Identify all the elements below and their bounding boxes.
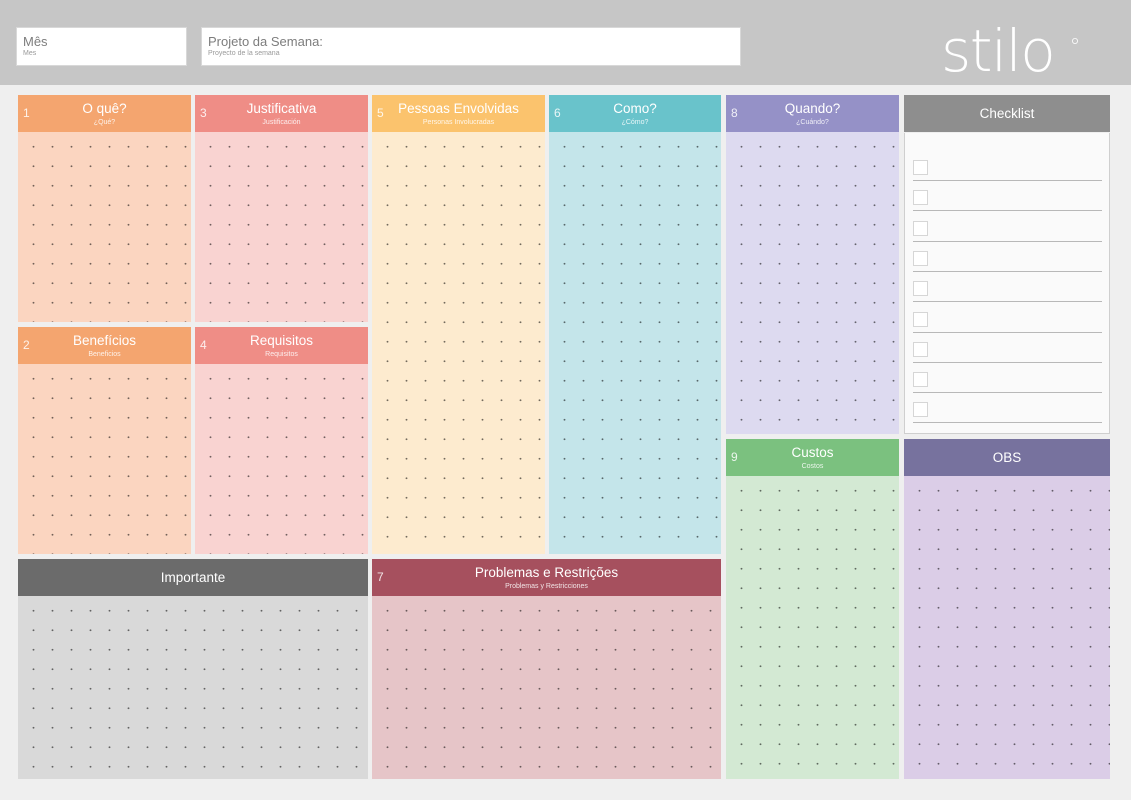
checklist-row: [913, 305, 1102, 335]
panel-importante-writing-area[interactable]: [18, 597, 368, 779]
panel-obs: OBS: [904, 439, 1110, 779]
panel-oque: 1 O quê? ¿Qué?: [18, 95, 191, 322]
panel-custos-writing-area[interactable]: [726, 477, 899, 779]
panel-oque-header: 1 O quê? ¿Qué?: [18, 95, 191, 132]
checklist-line[interactable]: [913, 331, 1102, 333]
panel-quando: 8 Quando? ¿Cuándo?: [726, 95, 899, 434]
checklist-line[interactable]: [913, 392, 1102, 394]
panel-obs-writing-area[interactable]: [904, 477, 1110, 779]
panel-beneficios: 2 Benefícios Beneficios: [18, 327, 191, 554]
panel-subtitle: Problemas y Restricciones: [505, 583, 588, 590]
panel-justificativa: 3 Justificativa Justificación: [195, 95, 368, 322]
panel-title: Requisitos: [249, 333, 314, 348]
panel-importante: Importante: [18, 559, 368, 779]
panel-checklist-header: Checklist: [904, 95, 1110, 132]
panel-title: OBS: [992, 450, 1022, 465]
checklist-row: [913, 274, 1102, 304]
panel-subtitle: Personas Involucradas: [422, 119, 495, 126]
checklist-row: [913, 244, 1102, 274]
panel-subtitle: ¿Qué?: [93, 119, 116, 126]
panel-como: 6 Como? ¿Cómo?: [549, 95, 721, 554]
panel-title: Checklist: [979, 106, 1035, 121]
panel-subtitle: Beneficios: [88, 351, 121, 358]
checklist-line[interactable]: [913, 270, 1102, 272]
panel-custos: 9 Custos Costos: [726, 439, 899, 779]
panel-beneficios-header: 2 Benefícios Beneficios: [18, 327, 191, 364]
panel-subtitle: Costos: [801, 463, 824, 470]
checklist-row: [913, 395, 1102, 425]
panel-requisitos-writing-area[interactable]: [195, 365, 368, 554]
panel-beneficios-writing-area[interactable]: [18, 365, 191, 554]
panel-obs-header: OBS: [904, 439, 1110, 476]
panel-problemas-writing-area[interactable]: [372, 597, 721, 779]
panel-requisitos-header: 4 Requisitos Requisitos: [195, 327, 368, 364]
panel-title: O quê?: [82, 101, 127, 116]
panel-title: Benefícios: [72, 333, 137, 348]
panel-checklist: Checklist: [904, 95, 1110, 434]
registered-mark-icon: [1071, 37, 1078, 44]
panel-oque-writing-area[interactable]: [18, 133, 191, 322]
checklist-row: [913, 335, 1102, 365]
panel-pessoas-writing-area[interactable]: [372, 133, 545, 554]
month-sublabel: Mes: [23, 50, 37, 57]
project-label: Projeto da Semana:: [208, 34, 323, 49]
checkbox[interactable]: [913, 220, 928, 236]
panel-subtitle: ¿Cómo?: [621, 119, 649, 126]
header-bar: Mês Mes Projeto da Semana: Proyecto de l…: [0, 0, 1131, 85]
panel-title: Importante: [160, 570, 226, 585]
checkbox[interactable]: [913, 281, 928, 297]
checklist-line[interactable]: [913, 422, 1102, 424]
stilo-logo: stilo: [941, 17, 1078, 78]
checklist-line[interactable]: [913, 210, 1102, 212]
panel-title: Custos: [791, 445, 834, 460]
panel-como-header: 6 Como? ¿Cómo?: [549, 95, 721, 132]
panel-subtitle: ¿Cuándo?: [796, 119, 829, 126]
project-sublabel: Proyecto de la semana: [208, 50, 280, 57]
panel-pessoas-header: 5 Pessoas Envolvidas Personas Involucrad…: [372, 95, 545, 132]
panel-subtitle: Requisitos: [265, 351, 298, 358]
logo-text: stilo: [941, 17, 1054, 78]
checkbox[interactable]: [913, 160, 928, 175]
panel-como-writing-area[interactable]: [549, 133, 721, 554]
panel-title: Pessoas Envolvidas: [398, 101, 519, 116]
panel-problemas: 7 Problemas e Restrições Problemas y Res…: [372, 559, 721, 779]
panel-quando-header: 8 Quando? ¿Cuándo?: [726, 95, 899, 132]
panel-quando-writing-area[interactable]: [726, 133, 899, 434]
panel-title: Como?: [613, 101, 657, 116]
panel-title: Justificativa: [246, 101, 317, 116]
checklist-items: [904, 133, 1110, 434]
checkbox[interactable]: [913, 250, 928, 266]
checklist-line[interactable]: [913, 240, 1102, 242]
checklist-line[interactable]: [913, 180, 1102, 181]
month-field[interactable]: Mês Mes: [16, 27, 187, 66]
panel-title: Problemas e Restrições: [474, 565, 619, 580]
project-field[interactable]: Projeto da Semana: Proyecto de la semana: [201, 27, 741, 66]
checklist-row: [913, 214, 1102, 244]
panel-problemas-header: 7 Problemas e Restrições Problemas y Res…: [372, 559, 721, 596]
month-label: Mês: [23, 34, 48, 49]
panel-subtitle: Justificación: [262, 119, 301, 126]
panel-justificativa-header: 3 Justificativa Justificación: [195, 95, 368, 132]
checklist-line[interactable]: [913, 301, 1102, 303]
panel-title: Quando?: [784, 101, 841, 116]
checklist-row: [913, 153, 1102, 183]
checklist-row: [913, 365, 1102, 395]
panel-custos-header: 9 Custos Costos: [726, 439, 899, 476]
checkbox[interactable]: [913, 341, 928, 357]
checkbox[interactable]: [913, 402, 928, 418]
planner-page: Mês Mes Projeto da Semana: Proyecto de l…: [0, 0, 1131, 800]
panel-justificativa-writing-area[interactable]: [195, 133, 368, 322]
panel-importante-header: Importante: [18, 559, 368, 596]
checklist-line[interactable]: [913, 361, 1102, 363]
panel-requisitos: 4 Requisitos Requisitos: [195, 327, 368, 554]
checkbox[interactable]: [913, 190, 928, 206]
checkbox[interactable]: [913, 311, 928, 327]
checkbox[interactable]: [913, 372, 928, 388]
checklist-row: [913, 183, 1102, 213]
panel-pessoas-envolvidas: 5 Pessoas Envolvidas Personas Involucrad…: [372, 95, 545, 554]
